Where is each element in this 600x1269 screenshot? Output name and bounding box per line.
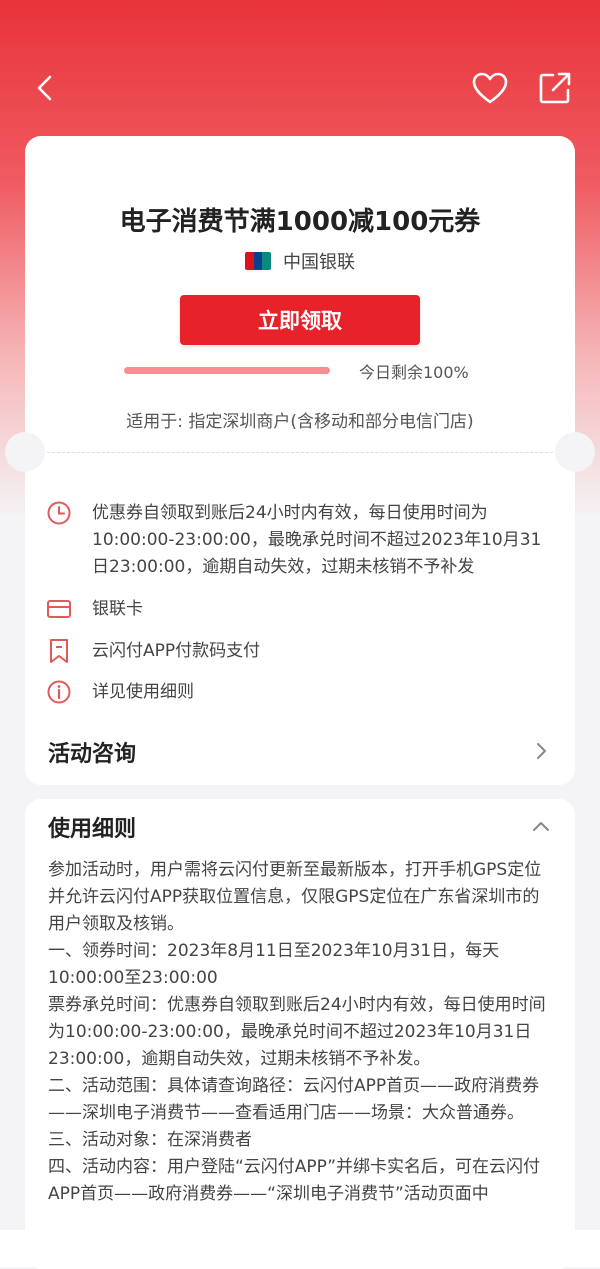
card-type-text: 银联卡 [92, 599, 143, 619]
see-rules-text: 详见使用细则 [92, 682, 194, 702]
unionpay-logo-icon [245, 252, 271, 270]
issuer-name: 中国银联 [283, 252, 355, 273]
ticket-notch-right [555, 432, 595, 472]
rules-paragraph: 参加活动时，用户需将云闪付更新至最新版本，打开手机GPS定位并允许云闪付APP获… [48, 860, 542, 934]
rules-title: 使用细则 [48, 817, 137, 842]
chevron-left-icon [37, 75, 52, 101]
remaining-progress-bar [124, 367, 330, 374]
chevron-up-icon[interactable] [529, 815, 553, 839]
bottom-bar [0, 1230, 600, 1267]
heart-icon [472, 72, 508, 104]
rules-body: 参加活动时，用户需将云闪付更新至最新版本，打开手机GPS定位并允许云闪付APP获… [48, 857, 554, 1208]
bookmark-icon [46, 638, 72, 664]
issuer-row: 中国银联 [25, 248, 575, 274]
rules-paragraph: 三、活动对象：在深消费者 [48, 1130, 252, 1150]
rules-paragraph: 一、领券时间：2023年8月11日至2023年10月31日，每天10:00:00… [48, 941, 500, 988]
card-type-row: 银联卡 [46, 596, 542, 623]
ticket-notch-left [5, 432, 45, 472]
progress-fill [124, 367, 330, 374]
rules-paragraph: 二、活动范围：具体请查询路径：云闪付APP首页——政府消费券——深圳电子消费节—… [48, 1076, 540, 1123]
rules-paragraph: 票券承兑时间：优惠券自领取到账后24小时内有效，每日使用时间为10:00:00-… [48, 995, 546, 1069]
rules-paragraph: 四、活动内容：用户登陆“云闪付APP”并绑卡实名后，可在云闪付APP首页——政府… [48, 1157, 541, 1204]
top-bar [0, 60, 600, 116]
coupon-card: 电子消费节满1000减100元券 中国银联 立即领取 今日剩余100% 适用于:… [5, 136, 595, 785]
card-icon [46, 596, 72, 622]
applies-to-text: 适用于: 指定深圳商户(含移动和部分电信门店) [126, 412, 474, 432]
chevron-right-icon[interactable] [529, 739, 553, 763]
validity-text: 优惠券自领取到账后24小时内有效，每日使用时间为10:00:00-23:00:0… [92, 503, 542, 577]
payment-method-text: 云闪付APP付款码支付 [92, 641, 261, 661]
rules-card: 使用细则 参加活动时，用户需将云闪付更新至最新版本，打开手机GPS定位并允许云闪… [25, 799, 575, 1269]
validity-row: 优惠券自领取到账后24小时内有效，每日使用时间为10:00:00-23:00:0… [46, 500, 542, 581]
share-button[interactable] [531, 64, 579, 112]
clock-icon [46, 500, 72, 526]
share-icon [539, 72, 571, 104]
coupon-title: 电子消费节满1000减100元券 [119, 207, 481, 237]
favorite-button[interactable] [466, 64, 514, 112]
remaining-text: 今日剩余100% [359, 363, 469, 382]
see-rules-row[interactable]: 详见使用细则 [46, 679, 542, 706]
consult-label[interactable]: 活动咨询 [48, 736, 136, 768]
back-button[interactable] [22, 64, 70, 112]
divider [47, 452, 553, 453]
payment-method-row: 云闪付APP付款码支付 [46, 638, 542, 665]
info-icon [46, 679, 72, 705]
claim-button[interactable]: 立即领取 [180, 295, 420, 345]
